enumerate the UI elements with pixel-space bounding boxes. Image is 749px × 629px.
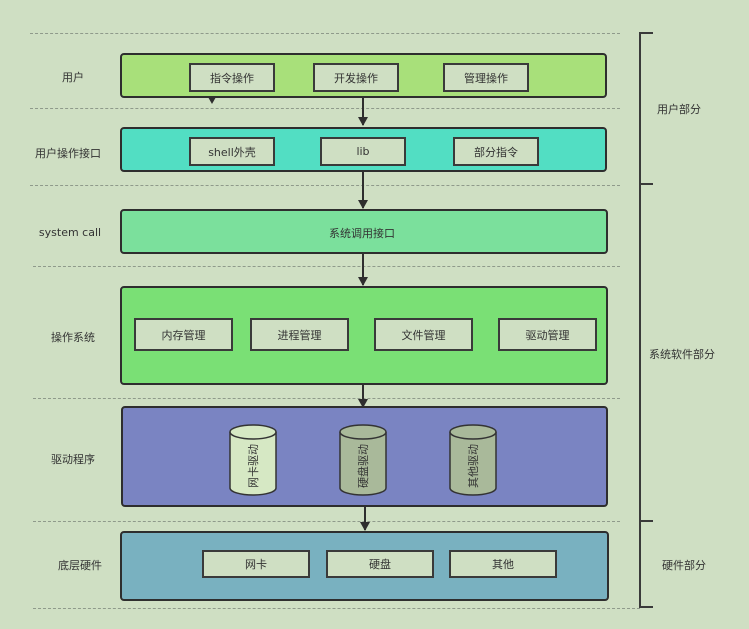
- separator-line: [33, 608, 640, 609]
- interface-item-lib: lib: [320, 137, 406, 166]
- group-label-hardware: 硬件部分: [662, 559, 706, 572]
- user-item-admin: 管理操作: [443, 63, 529, 92]
- system-call-interface-text: 系统调用接口: [329, 227, 395, 240]
- group-label-user: 用户部分: [657, 103, 701, 116]
- driver-cylinder-other: 其他驱动: [449, 424, 497, 496]
- bracket-tick: [639, 520, 653, 522]
- driver-label: 其他驱动: [467, 444, 480, 488]
- group-label-system-software: 系统软件部分: [649, 348, 715, 361]
- hardware-item-disk: 硬盘: [326, 550, 434, 578]
- os-item-process: 进程管理: [250, 318, 349, 351]
- driver-label: 硬盘驱动: [357, 444, 370, 488]
- arrow-down: [358, 171, 368, 209]
- row-label-user-interface: 用户操作接口: [35, 147, 101, 160]
- arrow-head-small: [208, 97, 216, 104]
- row-label-system-call: system call: [38, 226, 102, 239]
- user-item-dev: 开发操作: [313, 63, 399, 92]
- row-label-drivers: 驱动程序: [51, 453, 95, 466]
- os-item-memory: 内存管理: [134, 318, 233, 351]
- driver-cylinder-disk: 硬盘驱动: [339, 424, 387, 496]
- separator-line: [33, 521, 620, 522]
- user-item-command: 指令操作: [189, 63, 275, 92]
- bracket-tick: [639, 606, 653, 608]
- os-item-driver: 驱动管理: [498, 318, 597, 351]
- arrow-down: [358, 253, 368, 286]
- row-label-os: 操作系统: [51, 331, 95, 344]
- separator-line: [33, 266, 620, 267]
- separator-line: [30, 33, 620, 34]
- arrow-down: [358, 384, 368, 408]
- separator-line: [33, 398, 620, 399]
- arrow-down: [358, 97, 368, 126]
- interface-item-shell: shell外壳: [189, 137, 275, 166]
- row-label-user: 用户: [62, 71, 84, 84]
- hardware-item-nic: 网卡: [202, 550, 310, 578]
- separator-line: [30, 185, 620, 186]
- interface-item-commands: 部分指令: [453, 137, 539, 166]
- arrow-down: [360, 506, 370, 531]
- bracket-tick: [639, 183, 653, 185]
- hardware-item-other: 其他: [449, 550, 557, 578]
- driver-label: 网卡驱动: [247, 444, 260, 488]
- driver-cylinder-nic: 网卡驱动: [229, 424, 277, 496]
- os-item-file: 文件管理: [374, 318, 473, 351]
- row-label-hardware: 底层硬件: [58, 559, 102, 572]
- bracket-tick: [639, 32, 653, 34]
- separator-line: [30, 108, 620, 109]
